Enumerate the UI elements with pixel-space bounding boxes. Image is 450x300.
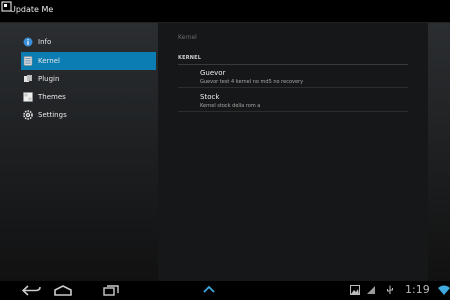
recent-apps-icon[interactable]	[103, 285, 119, 296]
list-item-summary: Kernel stock della rom a	[200, 103, 261, 109]
right-edge-strip	[428, 23, 450, 281]
sidebar-item-info[interactable]: Info	[21, 33, 156, 51]
kernel-icon	[23, 56, 33, 66]
content-header: Kernel	[178, 34, 197, 41]
settings-icon	[23, 110, 33, 120]
sidebar-item-label: Themes	[38, 93, 66, 101]
list-item-stock[interactable]: Stock Kernel stock della rom a	[200, 93, 408, 109]
chevron-up-icon[interactable]	[203, 285, 215, 293]
section-divider	[178, 64, 408, 65]
themes-icon	[23, 92, 33, 102]
sidebar-item-label: Settings	[38, 111, 67, 119]
sidebar-item-label: Info	[38, 38, 52, 46]
sidebar-item-plugin[interactable]: Plugin	[21, 70, 156, 88]
app-title: Update Me	[10, 5, 54, 14]
signal-notification-icon[interactable]	[366, 285, 376, 295]
list-item-title: Stock	[200, 93, 220, 101]
plugin-icon	[24, 75, 32, 82]
list-divider	[178, 87, 408, 88]
sidebar-item-settings[interactable]: Settings	[21, 106, 156, 124]
content-panel: Kernel KERNEL Guevor Guevor test 4 kerne…	[158, 23, 428, 281]
section-header: KERNEL	[178, 55, 202, 61]
sidebar-item-kernel[interactable]: Kernel	[21, 52, 156, 70]
list-item-summary: Guevor test 4 kernel no md5 no recovery	[200, 79, 304, 85]
list-divider	[178, 111, 408, 112]
home-icon[interactable]	[53, 285, 73, 296]
system-nav-bar: 1:19	[0, 281, 450, 300]
back-icon[interactable]	[22, 285, 42, 296]
gallery-notification-icon[interactable]	[350, 285, 360, 295]
sidebar-item-label: Kernel	[38, 57, 60, 65]
sidebar-item-themes[interactable]: Themes	[21, 88, 156, 106]
sidebar-item-label: Plugin	[38, 75, 60, 83]
action-bar: Update Me	[0, 0, 450, 23]
list-item-title: Guevor	[200, 69, 226, 77]
wifi-icon	[438, 285, 450, 295]
info-icon	[23, 37, 33, 47]
clock: 1:19	[405, 283, 430, 296]
sidebar: Info Kernel Plugin Themes Settings	[0, 23, 158, 281]
main-area: Info Kernel Plugin Themes Settings Kerne…	[0, 23, 450, 281]
usb-icon[interactable]	[385, 285, 395, 295]
list-item-guevor[interactable]: Guevor Guevor test 4 kernel no md5 no re…	[200, 69, 408, 85]
